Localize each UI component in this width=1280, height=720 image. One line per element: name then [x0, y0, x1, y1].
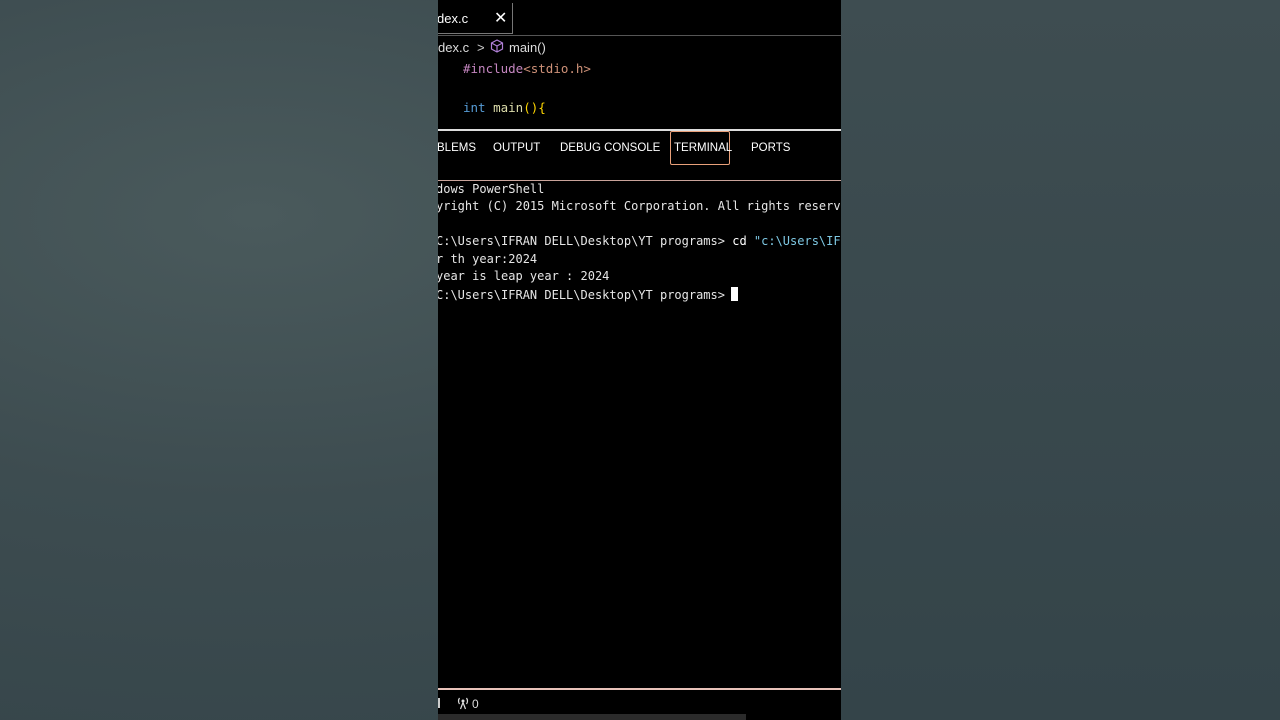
code-editor[interactable]: #include<stdio.h> int main(){ — [438, 58, 841, 129]
code-punctuation: (){ — [523, 100, 546, 115]
cube-icon — [490, 39, 504, 53]
terminal-line: r th year:2024 — [438, 252, 538, 266]
terminal-command-arg: "c:\Users\IF — [753, 234, 841, 248]
terminal-line: year is leap year : 2024 — [438, 269, 610, 283]
ports-count[interactable]: 0 — [472, 697, 479, 711]
tab-problems[interactable]: BLEMS — [438, 142, 476, 154]
breadcrumb-file[interactable]: dex.c — [438, 40, 469, 55]
close-icon[interactable]: ✕ — [494, 8, 507, 27]
tab-ports[interactable]: PORTS — [751, 142, 790, 154]
terminal-prompt: C:\Users\IFRAN DELL\Desktop\YT programs> — [438, 234, 725, 248]
breadcrumb-symbol[interactable]: main() — [509, 40, 546, 55]
tab-terminal-label: TERMINAL — [674, 142, 733, 154]
editor-tab[interactable]: dex.c ✕ — [438, 3, 513, 34]
code-preprocessor: #include — [463, 61, 524, 76]
terminal-cursor — [730, 287, 738, 301]
terminal-output[interactable]: dows PowerShell yright (C) 2015 Microsof… — [438, 182, 841, 687]
terminal-line: dows PowerShell — [438, 182, 545, 196]
editor-tab-label: dex.c — [438, 11, 469, 26]
breadcrumb-separator: > — [477, 40, 485, 55]
breadcrumb: dex.c > main() — [438, 37, 841, 57]
code-function: main — [493, 100, 524, 115]
code-line-1: #include<stdio.h> — [463, 61, 591, 76]
code-line-2: int main(){ — [463, 100, 546, 115]
radio-tower-icon[interactable] — [456, 696, 470, 710]
terminal-prompt-line: C:\Users\IFRAN DELL\Desktop\YT programs> — [438, 287, 738, 302]
terminal-prompt-line: C:\Users\IFRAN DELL\Desktop\YT programs>… — [438, 234, 841, 248]
tab-output[interactable]: OUTPUT — [493, 142, 540, 154]
panel-tab-bar: BLEMS OUTPUT DEBUG CONSOLE TERMINAL PORT… — [438, 131, 841, 181]
terminal-prompt: C:\Users\IFRAN DELL\Desktop\YT programs> — [438, 288, 725, 302]
vscode-window: dex.c ✕ dex.c > main() #include<stdio.h>… — [438, 0, 841, 720]
background-right — [841, 0, 1280, 720]
panel-divider — [438, 180, 841, 181]
tab-debug-console[interactable]: DEBUG CONSOLE — [560, 142, 660, 154]
terminal-command: cd — [732, 234, 747, 248]
code-keyword: int — [463, 100, 486, 115]
editor-tab-bar: dex.c ✕ — [438, 0, 841, 36]
code-include-target: <stdio.h> — [523, 61, 591, 76]
horizontal-scrollbar[interactable] — [438, 714, 746, 720]
status-left-indicator — [438, 698, 440, 708]
terminal-line: yright (C) 2015 Microsoft Corporation. A… — [438, 199, 841, 213]
tab-terminal[interactable]: TERMINAL — [670, 131, 733, 165]
